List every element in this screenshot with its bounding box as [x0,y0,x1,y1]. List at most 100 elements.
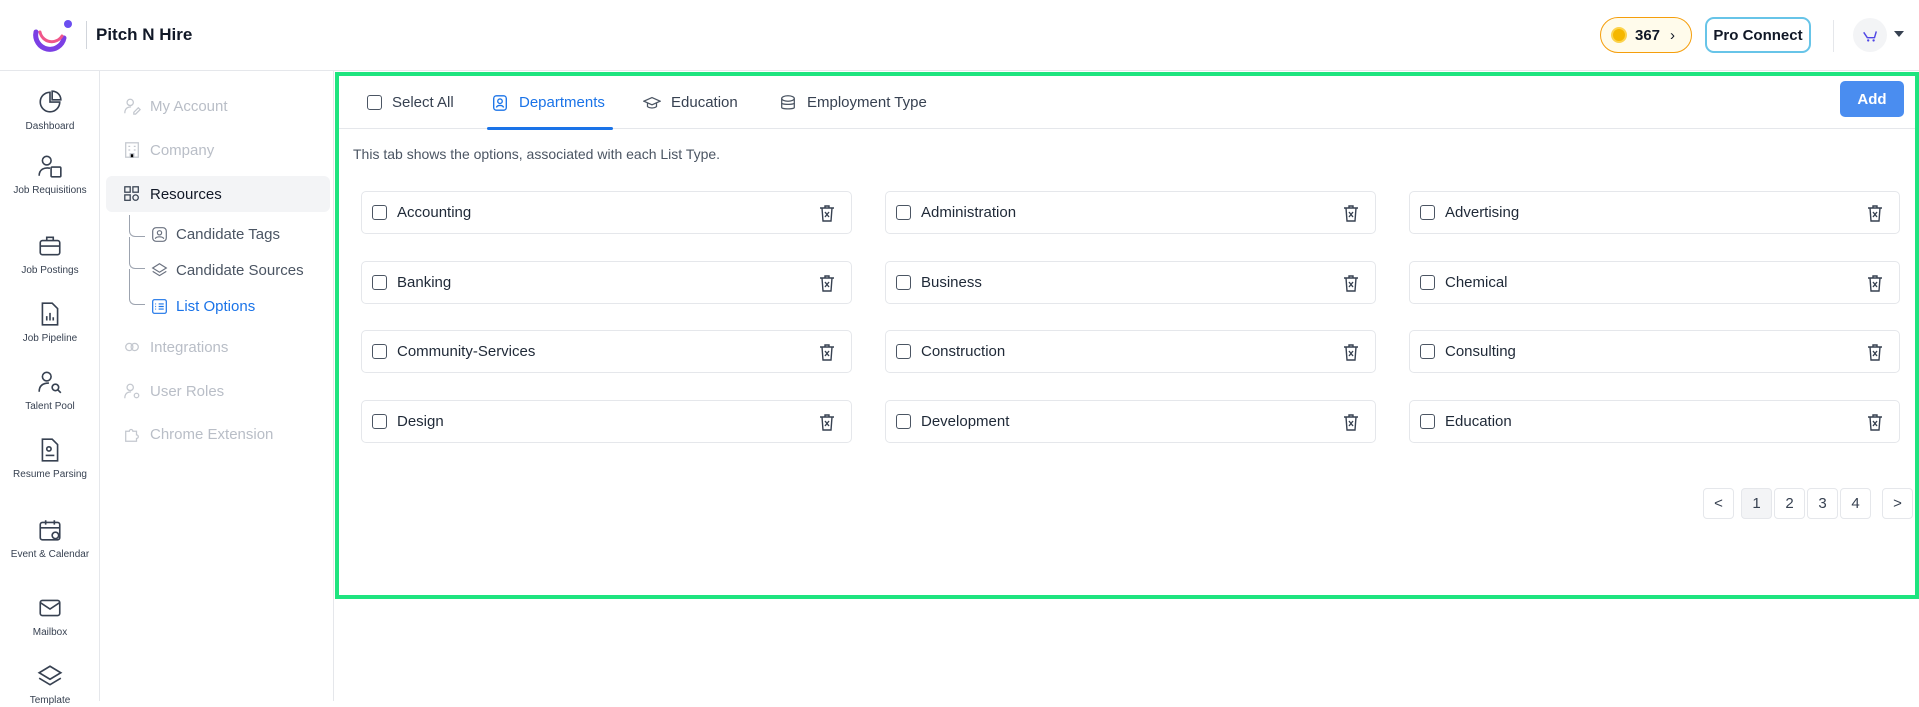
checkbox[interactable] [1420,205,1435,220]
nav-label: Job Pipeline [22,333,78,344]
list-option-item[interactable]: Accounting [361,191,852,234]
checkbox[interactable] [1420,275,1435,290]
delete-icon[interactable] [817,342,837,362]
user-avatar-icon [1863,31,1877,42]
department-icon [493,94,507,111]
list-icon [152,298,167,314]
checkbox[interactable] [372,344,387,359]
delete-icon[interactable] [1865,412,1885,432]
user-document-icon [38,155,62,178]
delete-icon[interactable] [817,203,837,223]
layers-icon [37,665,63,686]
nav-label: Resume Parsing [13,469,87,480]
delete-icon[interactable] [1865,203,1885,223]
list-option-item[interactable]: Construction [885,330,1376,373]
nav-job-postings[interactable]: Job Postings [0,233,100,277]
sidebar-subitem-label: List Options [176,297,256,315]
checkbox[interactable] [896,275,911,290]
delete-icon[interactable] [1341,273,1361,293]
pro-connect-button[interactable]: Pro Connect [1705,17,1811,53]
sidebar-item-chrome-extension[interactable]: Chrome Extension [101,416,333,452]
sidebar-subitem-candidate-tags[interactable]: Candidate Tags [151,220,280,248]
list-option-item[interactable]: Advertising [1409,191,1900,234]
delete-icon[interactable] [1341,342,1361,362]
select-all-checkbox[interactable]: Select All [367,76,454,129]
nav-label: Event & Calendar [10,549,90,560]
list-option-item[interactable]: Design [361,400,852,443]
sidebar-subitem-list-options[interactable]: List Options [151,292,255,320]
layers-icon [151,262,168,276]
list-option-item[interactable]: Consulting [1409,330,1900,373]
sidebar-item-resources[interactable]: Resources [106,176,330,212]
calendar-icon [39,520,61,541]
coins-balance-button[interactable]: 367 › [1600,17,1692,53]
info-text: This tab shows the options, associated w… [353,146,721,162]
nav-job-requisitions[interactable]: Job Requisitions [0,153,100,197]
option-label: Advertising [1445,204,1520,221]
brand-name: Pitch N Hire [96,25,193,44]
nav-label: Dashboard [25,121,75,132]
checkbox[interactable] [372,275,387,290]
tab-label: Education [671,94,738,111]
checkbox[interactable] [372,205,387,220]
page-1-button[interactable]: 1 [1741,488,1772,519]
delete-icon[interactable] [817,412,837,432]
tree-connector [129,215,145,237]
sidebar-item-my-account[interactable]: My Account [101,88,333,124]
sidebar-item-label: Company [150,141,215,159]
prev-page-button[interactable]: < [1703,488,1734,519]
coins-count: 367 [1635,26,1661,44]
sidebar-item-user-roles[interactable]: User Roles [101,373,333,409]
option-label: Design [397,413,444,430]
list-option-item[interactable]: Banking [361,261,852,304]
user-edit-icon [124,98,141,115]
sidebar-item-integrations[interactable]: Integrations [101,329,333,365]
nav-event-calendar[interactable]: Event & Calendar [0,517,100,561]
nav-template[interactable]: Template [0,663,100,707]
checkbox[interactable] [1420,344,1435,359]
checkbox[interactable] [896,344,911,359]
avatar[interactable] [1853,18,1887,52]
checkbox[interactable] [896,205,911,220]
checkbox[interactable] [367,95,382,110]
option-label: Consulting [1445,343,1516,360]
tab-departments[interactable]: Departments [487,76,613,130]
mail-icon [39,599,61,617]
list-option-item[interactable]: Community-Services [361,330,852,373]
nav-resume-parsing[interactable]: Resume Parsing [0,437,100,481]
delete-icon[interactable] [1341,203,1361,223]
tree-connector [129,237,145,269]
checkbox[interactable] [1420,414,1435,429]
file-chart-icon [41,302,59,326]
list-option-item[interactable]: Administration [885,191,1376,234]
tab-employment-type[interactable]: Employment Type [779,76,927,129]
list-options-panel: Select All Departments Education Employm… [335,72,1919,599]
list-option-item[interactable]: Development [885,400,1376,443]
brand-divider [86,21,87,49]
nav-job-pipeline[interactable]: Job Pipeline [0,301,100,345]
tag-user-icon [152,226,167,242]
delete-icon[interactable] [817,273,837,293]
pie-chart-icon [39,90,62,113]
page-4-button[interactable]: 4 [1840,488,1871,519]
delete-icon[interactable] [1865,273,1885,293]
tab-education[interactable]: Education [643,76,738,129]
sidebar-subitem-candidate-sources[interactable]: Candidate Sources [151,256,304,284]
sidebar-item-company[interactable]: Company [101,132,333,168]
checkbox[interactable] [372,414,387,429]
pitch-n-hire-logo[interactable] [32,18,74,54]
list-option-item[interactable]: Education [1409,400,1900,443]
list-option-item[interactable]: Chemical [1409,261,1900,304]
delete-icon[interactable] [1865,342,1885,362]
nav-mailbox[interactable]: Mailbox [0,595,100,639]
delete-icon[interactable] [1341,412,1361,432]
caret-down-icon[interactable] [1894,31,1904,37]
page-2-button[interactable]: 2 [1774,488,1805,519]
nav-talent-pool[interactable]: Talent Pool [0,369,100,413]
list-option-item[interactable]: Business [885,261,1376,304]
checkbox[interactable] [896,414,911,429]
page-3-button[interactable]: 3 [1807,488,1838,519]
next-page-button[interactable]: > [1882,488,1913,519]
add-button[interactable]: Add [1840,81,1904,117]
nav-dashboard[interactable]: Dashboard [0,89,100,133]
